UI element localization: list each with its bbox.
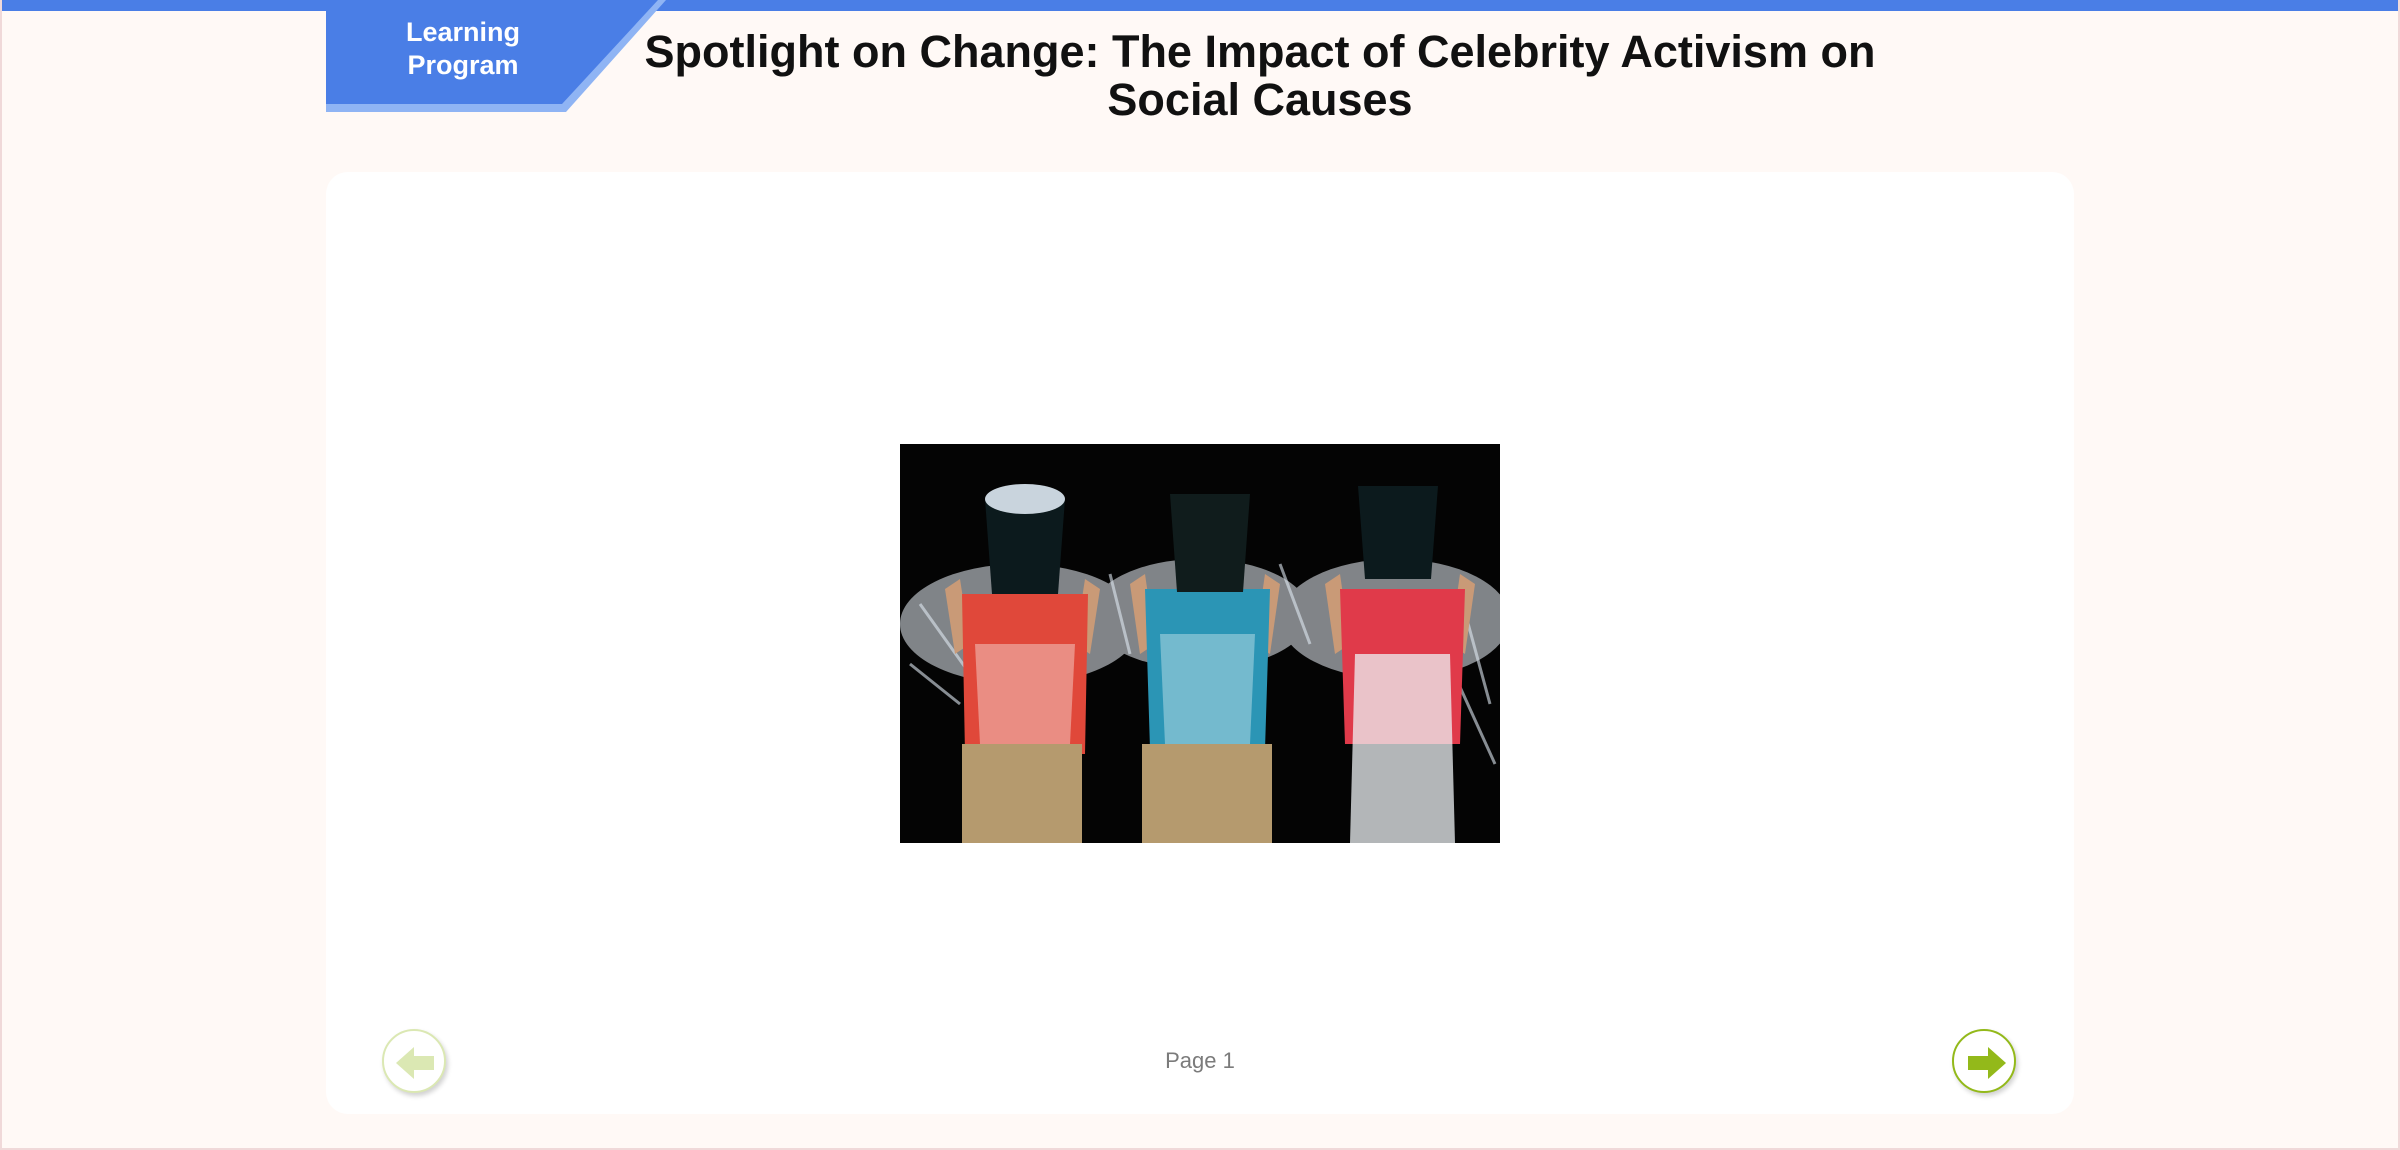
- page-title: Spotlight on Change: The Impact of Celeb…: [644, 26, 1876, 125]
- frame-left-edge: [0, 0, 2, 1150]
- ice-bucket-challenge-photo: [900, 444, 1500, 843]
- arrow-left-icon: [396, 1047, 434, 1079]
- arrow-right-icon: [1968, 1047, 2006, 1079]
- next-page-button[interactable]: [1952, 1029, 2016, 1093]
- badge-line-1: Learning: [405, 17, 520, 47]
- learning-program-badge: Learning Program: [326, 0, 666, 112]
- previous-page-button[interactable]: [382, 1029, 446, 1093]
- page-number-label: Page 1: [1165, 1048, 1235, 1073]
- badge-line-2: Program: [407, 50, 519, 80]
- badge-label: Learning Program: [326, 16, 600, 82]
